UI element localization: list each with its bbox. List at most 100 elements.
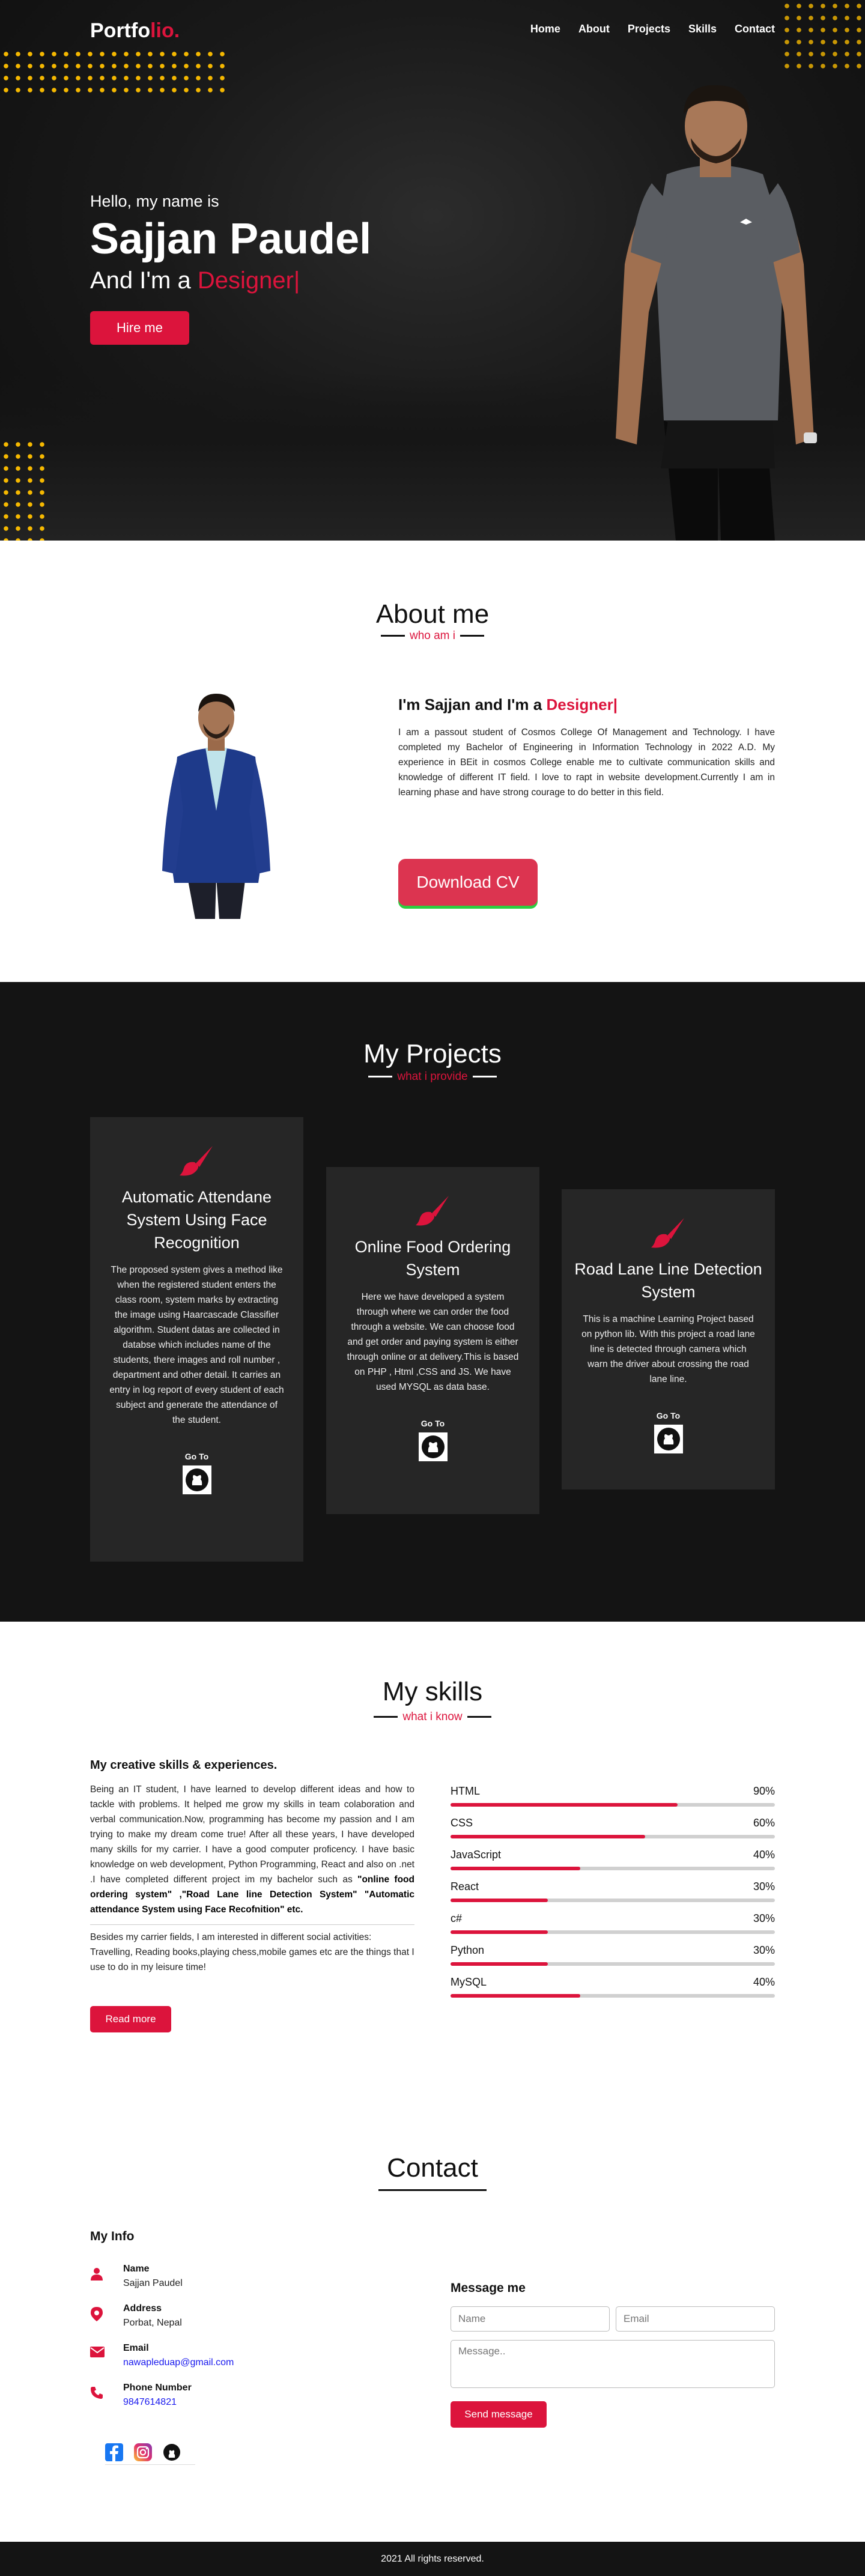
project-title: Road Lane Line Detection System (574, 1260, 762, 1301)
skill-name: CSS (451, 1817, 473, 1829)
subtitle-bar-left (374, 1716, 398, 1718)
email-input[interactable] (616, 2306, 775, 2332)
skill-name: HTML (451, 1785, 480, 1797)
project-description: This is a machine Learning Project based… (581, 1314, 755, 1384)
skills-title: My skills (382, 1677, 483, 1706)
hero-greeting: Hello, my name is (90, 192, 219, 210)
email-link[interactable]: nawapleduap@gmail.com (123, 2357, 234, 2368)
about-subtitle: who am i (0, 629, 865, 643)
footer-copyright: 2021 All rights reserved. (381, 2554, 484, 2564)
about-portrait-image (162, 694, 270, 919)
info-value: Porbat, Nepal (123, 2318, 182, 2328)
skill-percent: 40% (753, 1976, 775, 1988)
skill-progress-track (451, 1835, 775, 1838)
subtitle-bar-right (467, 1716, 491, 1718)
info-label: Name (123, 2264, 150, 2274)
info-value: Sajjan Paudel (123, 2278, 183, 2288)
subtitle-bar-left (368, 1076, 393, 1078)
about-text: I'm Sajjan and I'm a Designer| I am a pa… (398, 696, 775, 800)
project-title: Automatic Attendane System Using Face Re… (121, 1188, 272, 1252)
skill-progress-fill (451, 1867, 580, 1870)
nav-item-about[interactable]: About (578, 23, 610, 35)
skill-progress-fill (451, 1835, 645, 1838)
decor-dots-bottom-left (0, 438, 48, 541)
skill-progress-fill (451, 1899, 548, 1902)
phone-icon (91, 2387, 103, 2399)
message-textarea[interactable] (451, 2340, 775, 2388)
user-icon (91, 2268, 103, 2281)
skills-description: My creative skills & experiences. Being … (90, 1759, 414, 1975)
skill-progress-track (451, 1899, 775, 1902)
nav-item-home[interactable]: Home (530, 23, 560, 35)
social-links (105, 2442, 195, 2465)
hero-name: Sajjan Paudel (90, 215, 372, 263)
skill-row: React 30% (451, 1880, 775, 1905)
projects-subtitle: what i provide (0, 1070, 865, 1083)
project-description: The proposed system gives a method like … (109, 1265, 284, 1425)
project-card-food-ordering: Online Food Ordering System Here we have… (326, 1167, 539, 1514)
name-input[interactable] (451, 2306, 610, 2332)
go-to-label: Go To (184, 1452, 209, 1461)
subtitle-bar-right (472, 1076, 497, 1078)
project-title: Online Food Ordering System (354, 1238, 511, 1279)
skill-percent: 90% (753, 1785, 775, 1797)
footer: 2021 All rights reserved. (0, 2542, 865, 2576)
paint-brush-icon (415, 1196, 449, 1226)
envelope-icon (90, 2347, 105, 2357)
contact-title-underline (378, 2189, 487, 2191)
skill-progress-fill (451, 1803, 678, 1807)
nav-item-projects[interactable]: Projects (628, 23, 670, 35)
skill-row: MySQL 40% (451, 1976, 775, 2000)
skill-progress-track (451, 1867, 775, 1870)
skill-progress-fill (451, 1930, 548, 1934)
github-icon[interactable] (654, 1424, 684, 1454)
about-paragraph: I am a passout student of Cosmos College… (398, 727, 775, 798)
github-icon[interactable] (163, 2443, 181, 2461)
send-message-button[interactable]: Send message (451, 2401, 547, 2428)
paint-brush-icon (179, 1146, 213, 1176)
info-address: Address Porbat, Nepal (90, 2303, 390, 2337)
skills-paragraph: Being an IT student, I have learned to d… (90, 1784, 414, 1915)
skill-name: JavaScript (451, 1849, 502, 1861)
subtitle-bar-left (380, 635, 405, 637)
nav-menu: Home About Projects Skills Contact (530, 23, 775, 35)
skill-percent: 30% (753, 1944, 775, 1956)
skill-progress-track (451, 1930, 775, 1934)
skill-row: JavaScript 40% (451, 1849, 775, 1873)
github-icon[interactable] (182, 1465, 212, 1495)
skill-percent: 30% (753, 1912, 775, 1924)
hero-text: Hello, my name is Sajjan Paudel And I'm … (90, 192, 511, 294)
skill-percent: 30% (753, 1880, 775, 1893)
skill-row: CSS 60% (451, 1817, 775, 1841)
project-description: Here we have developed a system through … (347, 1292, 519, 1392)
skill-name: c# (451, 1912, 463, 1924)
hobbies-paragraph: Besides my carrier fields, I am interest… (90, 1924, 414, 1975)
skill-progress-track (451, 1803, 775, 1807)
skill-progress-fill (451, 1962, 548, 1966)
go-to-label: Go To (420, 1419, 445, 1428)
decor-dots-top-right (781, 0, 865, 72)
skills-subtitle: what i know (0, 1711, 865, 1724)
instagram-icon[interactable] (134, 2443, 152, 2461)
phone-link[interactable]: 9847614821 (123, 2397, 177, 2408)
skill-name: React (451, 1880, 479, 1893)
skill-progress-track (451, 1994, 775, 1998)
site-logo[interactable]: Portfolio. (90, 19, 180, 43)
subtitle-bar-right (460, 635, 485, 637)
info-email: Email nawapleduap@gmail.com (90, 2343, 390, 2377)
about-title: About me (375, 599, 490, 629)
download-cv-button[interactable]: Download CV (398, 859, 538, 906)
facebook-icon[interactable] (105, 2443, 123, 2461)
github-icon[interactable] (418, 1432, 448, 1462)
hero-section: Portfolio. Home About Projects Skills Co… (0, 0, 865, 541)
hire-me-button[interactable]: Hire me (90, 311, 189, 345)
nav-item-contact[interactable]: Contact (735, 23, 775, 35)
about-heading: I'm Sajjan and I'm a Designer| (398, 696, 618, 714)
project-card-attendance: Automatic Attendane System Using Face Re… (90, 1117, 303, 1562)
nav-item-skills[interactable]: Skills (688, 23, 717, 35)
hero-portrait-image (616, 85, 817, 541)
skill-progress-track (451, 1962, 775, 1966)
info-label: Address (123, 2303, 162, 2314)
read-more-button[interactable]: Read more (90, 2006, 171, 2032)
hero-role: And I'm a Designer| (90, 267, 300, 294)
